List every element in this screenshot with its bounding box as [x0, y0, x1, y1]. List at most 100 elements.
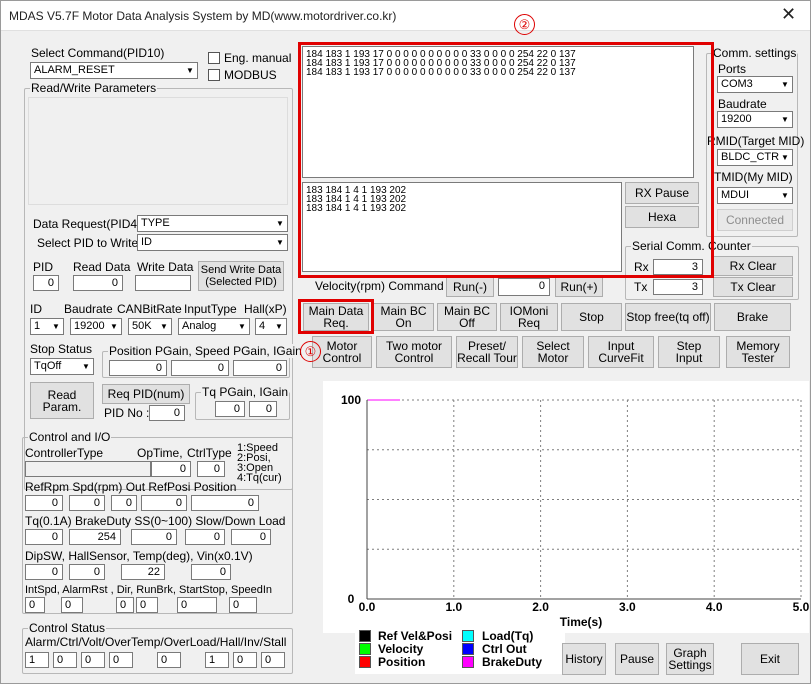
row2-label: Tq(0.1A) BrakeDuty SS(0~100) Slow/Down L…	[25, 514, 286, 528]
y-tick-label: 0	[348, 592, 355, 606]
motor-control-button[interactable]: Motor Control	[312, 336, 372, 368]
control-status-label: Alarm/Ctrl/Volt/OverTemp/OverLoad/Hall/I…	[25, 635, 287, 649]
hall-value: 4	[259, 320, 266, 332]
speed-pgain-field[interactable]: 0	[171, 360, 229, 376]
connected-button[interactable]: Connected	[717, 209, 793, 231]
baudrate-dropdown[interactable]: 19200 ▼	[70, 318, 122, 335]
chevron-down-icon: ▼	[274, 236, 286, 249]
ports-dropdown[interactable]: COM3 ▼	[717, 76, 793, 93]
comm-baudrate-dropdown[interactable]: 19200 ▼	[717, 111, 793, 128]
eng-manual-checkbox[interactable]	[208, 52, 220, 64]
legend-label-velocity: Velocity	[378, 642, 424, 656]
hallsensor-field: 0	[69, 564, 105, 580]
input-type-dropdown[interactable]: Analog ▼	[178, 318, 250, 335]
row3-label: DipSW, HallSensor, Temp(deg), Vin(x0.1V)	[25, 549, 253, 563]
stop-status-label: Stop Status	[30, 342, 93, 356]
data-request-dropdown[interactable]: TYPE ▼	[137, 215, 288, 232]
stop-free-button[interactable]: Stop free(tq off)	[625, 303, 711, 331]
eng-manual-label: Eng. manual	[224, 51, 292, 65]
chevron-down-icon: ▼	[80, 360, 92, 373]
chevron-down-icon: ▼	[236, 320, 248, 333]
select-motor-button[interactable]: Select Motor	[522, 336, 584, 368]
out-field: 0	[111, 495, 137, 511]
x-tick-label: 0.0	[359, 600, 376, 614]
row4-label: IntSpd, AlarmRst , Dir, RunBrk, StartSto…	[25, 584, 273, 596]
graph-settings-button[interactable]: Graph Settings	[666, 643, 714, 675]
ports-label: Ports	[718, 62, 747, 76]
select-command-dropdown[interactable]: ALARM_RESET ▼	[30, 62, 198, 79]
tq-igain-field[interactable]: 0	[249, 401, 277, 417]
comm-baudrate-label: Baudrate	[718, 97, 767, 111]
brake-button[interactable]: Brake	[714, 303, 791, 331]
id-dropdown[interactable]: 1 ▼	[30, 318, 64, 335]
main-bc-on-button[interactable]: Main BC On	[373, 303, 434, 331]
hall-dropdown[interactable]: 4 ▼	[255, 318, 287, 335]
stop-button[interactable]: Stop	[561, 303, 622, 331]
rx-clear-button[interactable]: Rx Clear	[713, 256, 793, 276]
select-pid-write-dropdown[interactable]: ID ▼	[137, 234, 288, 251]
pid-field[interactable]: 0	[33, 275, 59, 291]
input-curvefit-button[interactable]: Input CurveFit	[588, 336, 654, 368]
rmid-label: RMID(Target MID)	[707, 134, 805, 148]
legend-swatch-ref-vel	[359, 630, 371, 642]
tmid-dropdown[interactable]: MDUI ▼	[717, 187, 793, 204]
read-param-button[interactable]: Read Param.	[30, 382, 94, 419]
window-title: MDAS V5.7F Motor Data Analysis System by…	[9, 9, 397, 23]
hall-status: 1	[205, 652, 229, 668]
refposi-field: 0	[141, 495, 187, 511]
iomoni-req-button[interactable]: IOMoni Req	[500, 303, 558, 331]
run-minus-button[interactable]: Run(-)	[446, 277, 494, 297]
x-tick-label: 5.0	[793, 600, 809, 614]
pause-button[interactable]: Pause	[615, 643, 659, 675]
igain-field[interactable]: 0	[233, 360, 287, 376]
chevron-down-icon: ▼	[274, 217, 286, 230]
x-tick-label: 2.0	[532, 600, 549, 614]
read-data-field[interactable]: 0	[73, 275, 123, 291]
exit-button[interactable]: Exit	[741, 643, 799, 675]
position-pgain-field[interactable]: 0	[109, 360, 167, 376]
send-write-data-button[interactable]: Send Write Data (Selected PID)	[198, 261, 284, 291]
annotation-box-2	[298, 42, 714, 278]
annotation-marker-2: ②	[514, 14, 535, 35]
rmid-value: BLDC_CTR	[721, 151, 780, 163]
memory-tester-button[interactable]: Memory Tester	[726, 336, 790, 368]
pid-no-field[interactable]: 0	[149, 405, 185, 421]
x-axis-label: Time(s)	[560, 615, 602, 629]
write-data-field[interactable]	[135, 275, 191, 291]
select-pid-write-label: Select PID to Write	[37, 236, 139, 250]
step-input-button[interactable]: Step Input	[658, 336, 720, 368]
modbus-checkbox[interactable]	[208, 69, 220, 81]
gain-title: Position PGain, Speed PGain, IGain	[108, 344, 303, 358]
legend-swatch-load	[462, 630, 474, 642]
history-button[interactable]: History	[562, 643, 606, 675]
main-bc-off-button[interactable]: Main BC Off	[437, 303, 497, 331]
alarm-status: 1	[25, 652, 49, 668]
canbitrate-dropdown[interactable]: 50K ▼	[128, 318, 172, 335]
dir-field: 0	[116, 597, 134, 613]
tmid-value: MDUI	[721, 189, 750, 201]
baudrate-value: 19200	[74, 320, 105, 332]
ctrltype-field: 0	[197, 461, 225, 477]
rmid-dropdown[interactable]: BLDC_CTR ▼	[717, 149, 793, 166]
tq-pgain-field[interactable]: 0	[215, 401, 245, 417]
legend-swatch-ctrl-out	[462, 643, 474, 655]
run-plus-button[interactable]: Run(+)	[555, 277, 603, 297]
legend-label-ref-vel: Ref Vel&Posi	[378, 629, 453, 643]
preset-recall-tour-button[interactable]: Preset/ Recall Tour	[456, 336, 518, 368]
optime-label: OpTime,	[137, 446, 183, 460]
tx-clear-button[interactable]: Tx Clear	[713, 277, 793, 297]
chevron-down-icon: ▼	[108, 320, 120, 333]
velocity-input[interactable]: 0	[498, 278, 550, 296]
x-tick-label: 4.0	[706, 600, 723, 614]
ports-value: COM3	[721, 78, 753, 90]
controller-type-field	[25, 461, 151, 477]
two-motor-control-button[interactable]: Two motor Control	[376, 336, 452, 368]
stop-status-dropdown[interactable]: TqOff ▼	[30, 358, 94, 375]
row1-label: RefRpm Spd(rpm) Out RefPosi Position	[25, 480, 237, 494]
legend-label-ctrl-out: Ctrl Out	[482, 642, 527, 656]
overload-status: 0	[157, 652, 181, 668]
close-icon[interactable]: ✕	[781, 4, 796, 25]
req-pid-button[interactable]: Req PID(num)	[102, 384, 190, 404]
legend-label-brakeduty: BrakeDuty	[482, 655, 543, 669]
pid-label: PID	[33, 260, 54, 274]
